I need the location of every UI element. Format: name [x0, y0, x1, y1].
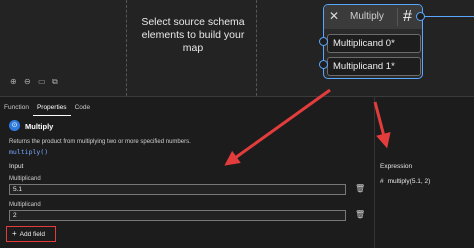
- output-connection-line: [424, 16, 474, 17]
- canvas-divider-right: [256, 0, 257, 96]
- expression-panel: [374, 96, 474, 248]
- trash-icon[interactable]: 🗑: [355, 184, 365, 193]
- function-input-multiplicand-1[interactable]: Multiplicand 1*: [327, 57, 421, 76]
- tab-function[interactable]: Function: [0, 102, 33, 116]
- field-label-0: Multiplicand: [9, 176, 41, 182]
- hash-icon: #: [397, 8, 417, 26]
- map-canvas[interactable]: Select source schema elements to build y…: [0, 0, 474, 96]
- plus-icon: +: [12, 229, 17, 238]
- field-label-1: Multiplicand: [9, 202, 41, 208]
- expression-label: Expression: [380, 163, 413, 170]
- function-input-multiplicand-0[interactable]: Multiplicand 0*: [327, 34, 421, 53]
- input-port-1[interactable]: [319, 60, 328, 69]
- canvas-empty-message: Select source schema elements to build y…: [141, 16, 245, 54]
- function-description: Returns the product from multiplying two…: [9, 139, 191, 145]
- tab-properties[interactable]: Properties: [32, 102, 71, 116]
- close-icon[interactable]: ✕: [329, 9, 339, 23]
- zoom-in-icon[interactable]: ⊕: [10, 78, 18, 86]
- fit-to-screen-icon[interactable]: ▭: [38, 78, 46, 86]
- zoom-out-icon[interactable]: ⊖: [24, 78, 32, 86]
- canvas-toolbar: ⊕ ⊖ ▭ ⧉: [10, 78, 60, 86]
- canvas-divider-left: [126, 0, 127, 96]
- function-name: Multiply: [25, 122, 54, 131]
- add-field-button[interactable]: + Add field: [6, 226, 56, 242]
- function-node-header: ✕ Multiply #: [324, 5, 422, 29]
- minimap-icon[interactable]: ⧉: [52, 78, 60, 86]
- multiply-function-node[interactable]: ✕ Multiply # Multiplicand 0* Multiplican…: [323, 4, 423, 79]
- tab-code[interactable]: Code: [71, 102, 95, 116]
- input-section-label: Input: [9, 163, 24, 170]
- function-node-title: Multiply: [350, 11, 384, 22]
- multiplicand-field-0[interactable]: 5.1: [9, 184, 346, 195]
- add-field-label: Add field: [19, 231, 45, 238]
- expression-text: multiply(5.1, 2): [387, 178, 431, 185]
- multiplicand-field-1[interactable]: 2: [9, 210, 346, 221]
- multiply-function-icon: ⊙: [9, 120, 20, 131]
- function-signature-link[interactable]: multiply(): [9, 148, 48, 156]
- input-port-0[interactable]: [319, 37, 328, 46]
- trash-icon[interactable]: 🗑: [355, 210, 365, 219]
- panel-tabs: Function Properties Code: [0, 102, 94, 116]
- expression-value: # multiply(5.1, 2): [380, 178, 430, 185]
- hash-icon: #: [380, 178, 384, 185]
